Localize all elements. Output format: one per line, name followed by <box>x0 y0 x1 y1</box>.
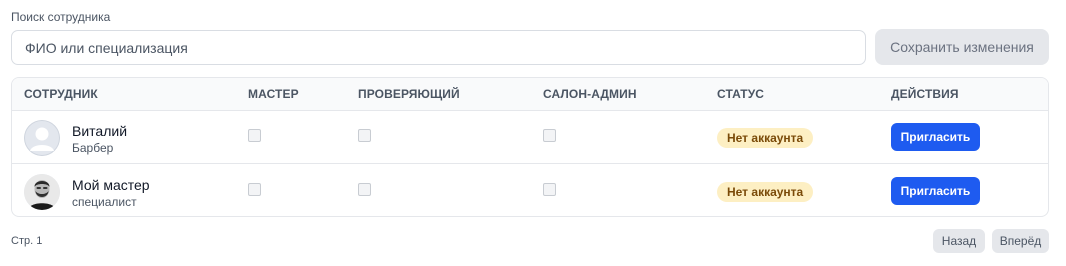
page-indicator: Стр. 1 <box>11 235 43 247</box>
column-header-employee: СОТРУДНИК <box>24 87 98 101</box>
column-header-master: МАСТЕР <box>248 87 299 101</box>
salon-admin-checkbox[interactable] <box>543 183 556 196</box>
status-badge: Нет аккаунта <box>717 128 814 148</box>
employee-name: Мой мастер <box>72 177 150 193</box>
reviewer-checkbox[interactable] <box>358 183 371 196</box>
invite-button[interactable]: Пригласить <box>891 123 980 151</box>
reviewer-checkbox[interactable] <box>358 129 371 142</box>
employee-name: Виталий <box>72 123 128 139</box>
avatar <box>24 120 60 156</box>
salon-admin-checkbox[interactable] <box>543 129 556 142</box>
master-checkbox[interactable] <box>248 129 261 142</box>
employees-table: СОТРУДНИК МАСТЕР ПРОВЕРЯЮЩИЙ САЛОН-АДМИН… <box>11 77 1049 217</box>
table-row: Мой мастер специалист Нет аккаунта Пригл… <box>12 165 1048 216</box>
status-badge: Нет аккаунта <box>717 182 814 202</box>
employee-role: специалист <box>72 195 137 209</box>
employee-photo <box>24 174 60 210</box>
search-label: Поиск сотрудника <box>11 10 111 24</box>
column-header-status: СТАТУС <box>717 87 765 101</box>
column-header-actions: ДЕЙСТВИЯ <box>891 87 959 101</box>
search-input[interactable] <box>11 30 866 65</box>
master-checkbox[interactable] <box>248 183 261 196</box>
column-header-salon-admin: САЛОН-АДМИН <box>543 87 637 101</box>
table-header: СОТРУДНИК МАСТЕР ПРОВЕРЯЮЩИЙ САЛОН-АДМИН… <box>12 78 1048 111</box>
save-changes-button[interactable]: Сохранить изменения <box>875 29 1049 65</box>
prev-page-button[interactable]: Назад <box>933 229 985 253</box>
default-user-icon <box>24 120 60 156</box>
table-row: Виталий Барбер Нет аккаунта Пригласить <box>12 111 1048 164</box>
employee-role: Барбер <box>72 141 114 155</box>
invite-button[interactable]: Пригласить <box>891 177 980 205</box>
next-page-button[interactable]: Вперёд <box>992 229 1049 253</box>
column-header-reviewer: ПРОВЕРЯЮЩИЙ <box>358 87 460 101</box>
avatar <box>24 174 60 210</box>
